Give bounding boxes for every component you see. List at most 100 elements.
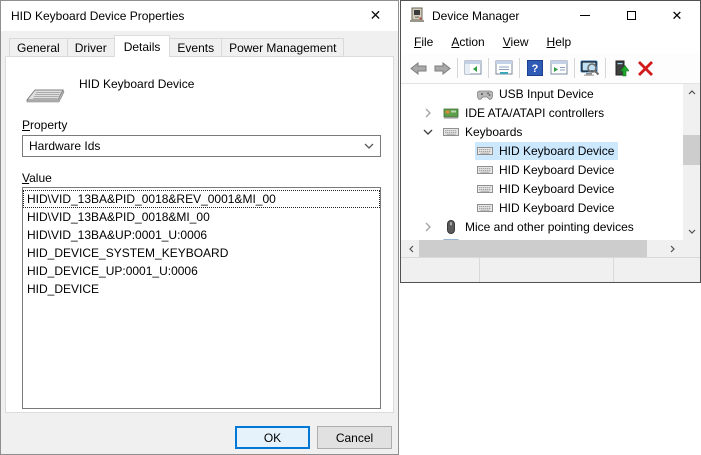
scrollbar-corner [683, 240, 700, 257]
help-button[interactable]: ? [523, 56, 547, 80]
properties-icon [495, 60, 513, 76]
tree-item-ide-ata-atapi-controllers[interactable]: IDE ATA/ATAPI controllers [401, 103, 683, 122]
list-item[interactable]: HID_DEVICE_UP:0001_U:0006 [23, 262, 380, 280]
property-dropdown[interactable]: Hardware Ids [22, 135, 381, 157]
window-list-button[interactable] [547, 56, 571, 80]
tab-events[interactable]: Events [170, 38, 222, 57]
minimize-button[interactable] [562, 1, 608, 30]
chevron-down-icon [358, 143, 380, 149]
tab-general[interactable]: General [9, 38, 68, 57]
dm-title: Device Manager [432, 9, 519, 23]
window-list-icon [550, 60, 568, 76]
property-dropdown-value: Hardware Ids [23, 139, 358, 153]
tree-item-label: HID Keyboard Device [499, 201, 614, 215]
device-manager-app-icon [409, 7, 425, 26]
console-tree-icon [464, 60, 482, 76]
maximize-icon [627, 11, 636, 20]
menu-action[interactable]: Action [442, 33, 493, 51]
property-label: Property [22, 118, 67, 132]
console-tree-button[interactable] [461, 56, 485, 80]
scroll-up-icon[interactable] [683, 84, 700, 101]
toolbar-separator [457, 58, 458, 78]
horizontal-scrollbar[interactable] [401, 240, 683, 257]
scroll-left-icon[interactable] [403, 240, 420, 257]
keyboard-clipart-icon [25, 85, 67, 110]
tree-item-hid-keyboard-device[interactable]: HID Keyboard Device [401, 198, 683, 217]
back-button[interactable] [406, 56, 430, 80]
scan-hardware-button[interactable] [578, 56, 602, 80]
dialog-titlebar: HID Keyboard Device Properties [1, 1, 398, 31]
keyboard-icon [477, 181, 493, 197]
tree-item-keyboards[interactable]: Keyboards [401, 122, 683, 141]
tree-item-hid-keyboard-device[interactable]: HID Keyboard Device [401, 141, 683, 160]
value-listbox[interactable]: HID\VID_13BA&PID_0018&REV_0001&MI_00 HID… [22, 187, 381, 409]
dialog-close-button[interactable]: ✕ [353, 1, 398, 30]
toolbar-separator [519, 58, 520, 78]
list-item[interactable]: HID\VID_13BA&PID_0018&REV_0001&MI_00 [23, 190, 380, 208]
help-icon: ? [527, 60, 543, 76]
close-icon: ✕ [672, 8, 683, 24]
list-item[interactable]: HID_DEVICE [23, 280, 380, 298]
tree-item-label: HID Keyboard Device [499, 163, 614, 177]
vertical-scrollbar[interactable] [683, 84, 700, 240]
toolbar-separator [488, 58, 489, 78]
list-item[interactable]: HID\VID_13BA&UP:0001_U:0006 [23, 226, 380, 244]
menu-help[interactable]: Help [538, 33, 581, 51]
close-button[interactable]: ✕ [654, 1, 700, 30]
keyboard-icon [477, 162, 493, 178]
vertical-scroll-thumb[interactable] [683, 135, 700, 165]
uninstall-device-button[interactable] [633, 56, 657, 80]
statusbar [401, 257, 700, 282]
chevron-down-icon[interactable] [421, 129, 435, 135]
minimize-icon [580, 15, 590, 16]
svg-text:?: ? [532, 63, 539, 75]
toolbar-separator [605, 58, 606, 78]
device-name: HID Keyboard Device [79, 77, 194, 91]
tree-item-hid-keyboard-device[interactable]: HID Keyboard Device [401, 160, 683, 179]
tree-item-label: HID Keyboard Device [499, 182, 614, 196]
properties-button[interactable] [492, 56, 516, 80]
dialog-title: HID Keyboard Device Properties [1, 9, 184, 23]
maximize-button[interactable] [608, 1, 654, 30]
tab-driver[interactable]: Driver [68, 38, 115, 57]
tree-item-label: IDE ATA/ATAPI controllers [465, 106, 604, 120]
tab-strip: General Driver Details Events Power Mana… [9, 35, 344, 57]
update-driver-button[interactable] [609, 56, 633, 80]
tab-details[interactable]: Details [114, 35, 171, 57]
list-item[interactable]: HID_DEVICE_SYSTEM_KEYBOARD [23, 244, 380, 262]
statusbar-divider [613, 258, 614, 282]
forward-button[interactable] [430, 56, 454, 80]
menubar: File Action View Help [401, 31, 700, 53]
statusbar-divider [479, 258, 480, 282]
tree-item-hid-keyboard-device[interactable]: HID Keyboard Device [401, 179, 683, 198]
value-label: Value [22, 171, 52, 185]
tree-item-label: Keyboards [465, 125, 522, 139]
tab-power-management[interactable]: Power Management [222, 38, 344, 57]
properties-dialog: HID Keyboard Device Properties ✕ General… [0, 0, 399, 455]
scroll-down-icon[interactable] [683, 223, 700, 240]
tree-item-usb-input-device[interactable]: USB Input Device [401, 84, 683, 103]
device-header: HID Keyboard Device [22, 69, 383, 109]
menu-view[interactable]: View [494, 33, 538, 51]
mouse-icon [443, 219, 459, 235]
tree-item-label: USB Input Device [499, 87, 594, 101]
list-item[interactable]: HID\VID_13BA&PID_0018&MI_00 [23, 208, 380, 226]
scroll-right-icon[interactable] [664, 240, 681, 257]
ok-button[interactable]: OK [235, 426, 310, 449]
chevron-right-icon[interactable] [421, 222, 435, 232]
chevron-right-icon[interactable] [421, 108, 435, 118]
back-icon [410, 62, 427, 75]
cancel-button[interactable]: Cancel [317, 426, 392, 449]
device-manager-window: Device Manager ✕ File Action View Help [400, 0, 701, 283]
toolbar-separator [574, 58, 575, 78]
toolbar: ? [401, 53, 700, 84]
tree-item-mice[interactable]: Mice and other pointing devices [401, 217, 683, 236]
update-driver-icon [613, 60, 629, 77]
horizontal-scroll-thumb[interactable] [419, 240, 647, 257]
window-controls: ✕ [562, 1, 700, 30]
menu-file[interactable]: File [405, 33, 442, 51]
keyboard-icon [443, 124, 459, 140]
forward-icon [434, 62, 451, 75]
device-tree: USB Input Device IDE ATA/ATAPI controlle… [401, 84, 683, 240]
gamepad-icon [477, 86, 493, 102]
